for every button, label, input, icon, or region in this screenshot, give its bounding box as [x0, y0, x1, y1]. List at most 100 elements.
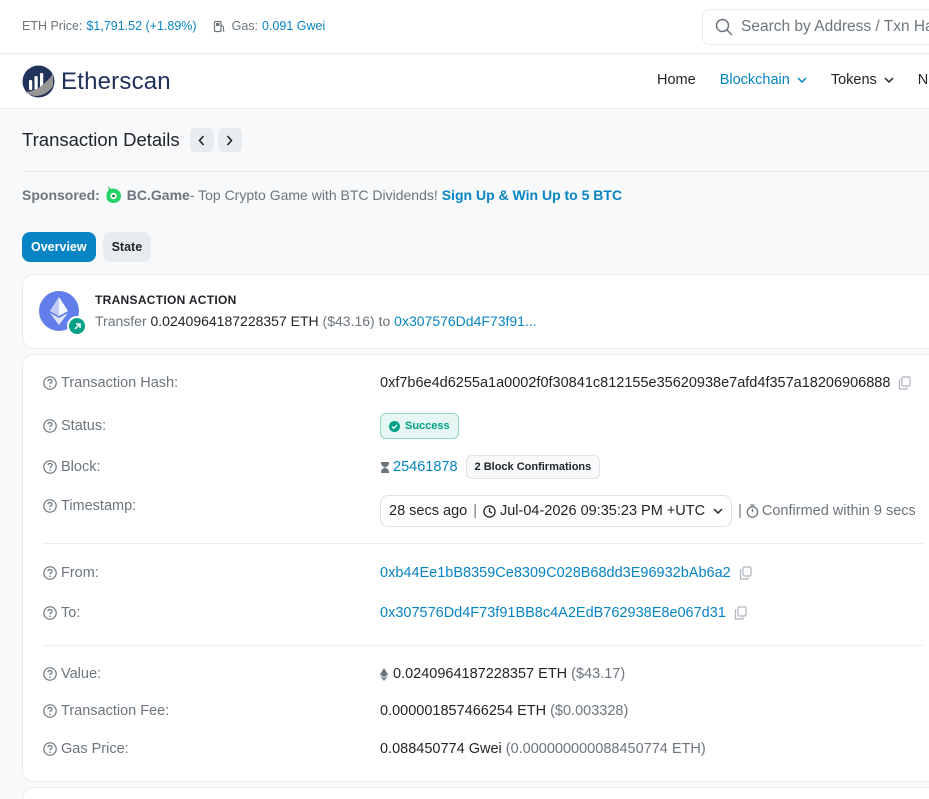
- question-circle-icon[interactable]: [43, 667, 57, 681]
- gas-price-row: Gas Price: 0.088450774 Gwei (0.000000000…: [43, 741, 706, 757]
- tx-hash-label: Transaction Hash:: [61, 375, 179, 391]
- gas-value[interactable]: 0.091 Gwei: [262, 19, 325, 33]
- section-divider: [43, 645, 923, 646]
- gas-label: Gas:: [231, 19, 258, 33]
- nav-item-label: Home: [657, 72, 696, 88]
- hourglass-icon: [380, 461, 390, 474]
- action-verb: Transfer: [95, 313, 147, 329]
- timestamp-row: Timestamp: 28 secs ago | Jul-04-2026 09:…: [43, 495, 916, 527]
- status-label: Status:: [61, 418, 107, 434]
- nav-item-home[interactable]: Home: [657, 72, 696, 88]
- search-box[interactable]: [702, 9, 929, 45]
- value-amount: 0.0240964187228357 ETH: [393, 666, 568, 682]
- etherscan-logo[interactable]: Etherscan: [22, 65, 171, 98]
- chevron-down-icon: [884, 77, 894, 83]
- more-details-card: [22, 787, 929, 799]
- eth-price-value[interactable]: $1,791.52 (+1.89%): [86, 19, 196, 33]
- question-circle-icon[interactable]: [43, 419, 57, 433]
- page-title: Transaction Details: [22, 129, 180, 150]
- page-title-row: Transaction Details: [22, 128, 242, 152]
- fee-usd: ($0.003328): [550, 703, 629, 719]
- sponsored-banner: Sponsored: BC.Game - Top Crypto Game wit…: [22, 185, 622, 204]
- fee-label: Transaction Fee:: [61, 703, 170, 719]
- copy-icon[interactable]: [739, 566, 752, 580]
- title-divider: [22, 171, 929, 172]
- nav-item-nfts[interactable]: N: [918, 72, 928, 88]
- question-circle-icon[interactable]: [43, 742, 57, 756]
- separator: |: [473, 503, 477, 519]
- question-circle-icon[interactable]: [43, 499, 57, 513]
- gas-price-eth: (0.000000000088450774 ETH): [505, 741, 706, 757]
- nav-item-label: Blockchain: [719, 72, 790, 88]
- action-amount: 0.0240964187228357 ETH: [150, 313, 319, 329]
- check-circle-icon: [389, 420, 400, 432]
- copy-icon[interactable]: [898, 376, 912, 390]
- copy-icon[interactable]: [734, 606, 747, 620]
- block-label: Block:: [61, 459, 101, 475]
- sponsored-text: - Top Crypto Game with BTC Dividends!: [189, 186, 438, 203]
- value-usd: ($43.17): [571, 666, 626, 682]
- transaction-action-description: Transfer 0.0240964187228357 ETH ($43.16)…: [95, 313, 537, 329]
- top-bar: ETH Price: $1,791.52 (+1.89%) Gas: 0.091…: [0, 0, 929, 54]
- question-circle-icon[interactable]: [43, 376, 57, 390]
- nav-item-tokens[interactable]: Tokens: [831, 72, 894, 88]
- transaction-action-title: TRANSACTION ACTION: [95, 293, 237, 307]
- nav-item-label: N: [917, 72, 929, 88]
- status-badge: Success: [380, 413, 459, 439]
- from-row: From: 0xb44Ee1bB8359Ce8309C028B68dd3E969…: [43, 565, 752, 581]
- gas-pump-icon: [213, 20, 226, 33]
- etherscan-logo-icon: [22, 65, 55, 98]
- from-label: From:: [61, 565, 99, 581]
- timestamp-confirmed: Confirmed within 9 secs: [761, 503, 916, 519]
- block-row: Block: 25461878 2 Block Confirmations: [43, 455, 601, 479]
- sponsored-label: Sponsored:: [22, 186, 100, 203]
- main-header: Etherscan Home Blockchain Tokens N: [0, 55, 929, 109]
- eth-price-label: ETH Price:: [22, 19, 83, 33]
- block-number-link[interactable]: 25461878: [393, 459, 458, 475]
- gas-price-label: Gas Price:: [61, 741, 129, 757]
- tx-hash-row: Transaction Hash: 0xf7b6e4d6255a1a0002f0…: [43, 375, 912, 391]
- status-value: Success: [405, 420, 450, 432]
- chevron-down-icon: [713, 508, 723, 514]
- action-usd: ($43.16): [322, 313, 375, 329]
- section-divider: [43, 543, 923, 544]
- to-address-link[interactable]: 0x307576Dd4F73f91BB8c4A2EdB762938E8e067d…: [380, 605, 726, 621]
- next-tx-button[interactable]: [217, 128, 242, 152]
- nav-item-blockchain[interactable]: Blockchain: [720, 72, 807, 88]
- stopwatch-icon: [746, 504, 759, 518]
- main-nav: Home Blockchain Tokens N: [657, 72, 929, 88]
- action-to-word: to: [378, 313, 391, 329]
- sponsored-cta-link[interactable]: Sign Up & Win Up to 5 BTC: [442, 187, 622, 203]
- clock-icon: [483, 504, 496, 518]
- transfer-arrow-icon: [67, 316, 87, 336]
- market-stats: ETH Price: $1,791.52 (+1.89%) Gas: 0.091…: [22, 19, 325, 33]
- to-label: To:: [61, 605, 81, 621]
- sponsored-brand: BC.Game: [126, 186, 190, 203]
- gas-price-amount: 0.088450774 Gwei: [380, 741, 502, 757]
- value-label: Value:: [61, 666, 102, 682]
- from-address-link[interactable]: 0xb44Ee1bB8359Ce8309C028B68dd3E96932bAb6…: [380, 565, 731, 581]
- search-input[interactable]: [741, 18, 929, 36]
- bcgame-logo-icon: [105, 185, 122, 204]
- timestamp-dropdown[interactable]: 28 secs ago | Jul-04-2026 09:35:23 PM +U…: [380, 495, 733, 527]
- separator: |: [738, 503, 742, 519]
- action-to-address-link[interactable]: 0x307576Dd4F73f91...: [394, 313, 536, 329]
- tab-overview[interactable]: Overview: [22, 232, 96, 262]
- eth-diamond-icon: [380, 667, 388, 681]
- logo-text: Etherscan: [61, 67, 171, 95]
- question-circle-icon[interactable]: [43, 460, 57, 474]
- tab-state[interactable]: State: [102, 232, 152, 262]
- timestamp-ago: 28 secs ago: [389, 503, 468, 519]
- status-row: Status: Success: [43, 413, 459, 439]
- to-row: To: 0x307576Dd4F73f91BB8c4A2EdB762938E8e…: [43, 605, 747, 621]
- question-circle-icon[interactable]: [43, 606, 57, 620]
- transaction-action-card: TRANSACTION ACTION Transfer 0.0240964187…: [22, 274, 929, 349]
- detail-tabs: Overview State: [22, 232, 158, 262]
- question-circle-icon[interactable]: [43, 566, 57, 580]
- timestamp-label: Timestamp:: [61, 498, 137, 514]
- question-circle-icon[interactable]: [43, 704, 57, 718]
- prev-tx-button[interactable]: [189, 128, 214, 152]
- tx-hash-value: 0xf7b6e4d6255a1a0002f0f30841c812155e3562…: [380, 375, 891, 391]
- value-row: Value: 0.0240964187228357 ETH ($43.17): [43, 666, 625, 682]
- timestamp-datetime: Jul-04-2026 09:35:23 PM +UTC: [499, 503, 706, 519]
